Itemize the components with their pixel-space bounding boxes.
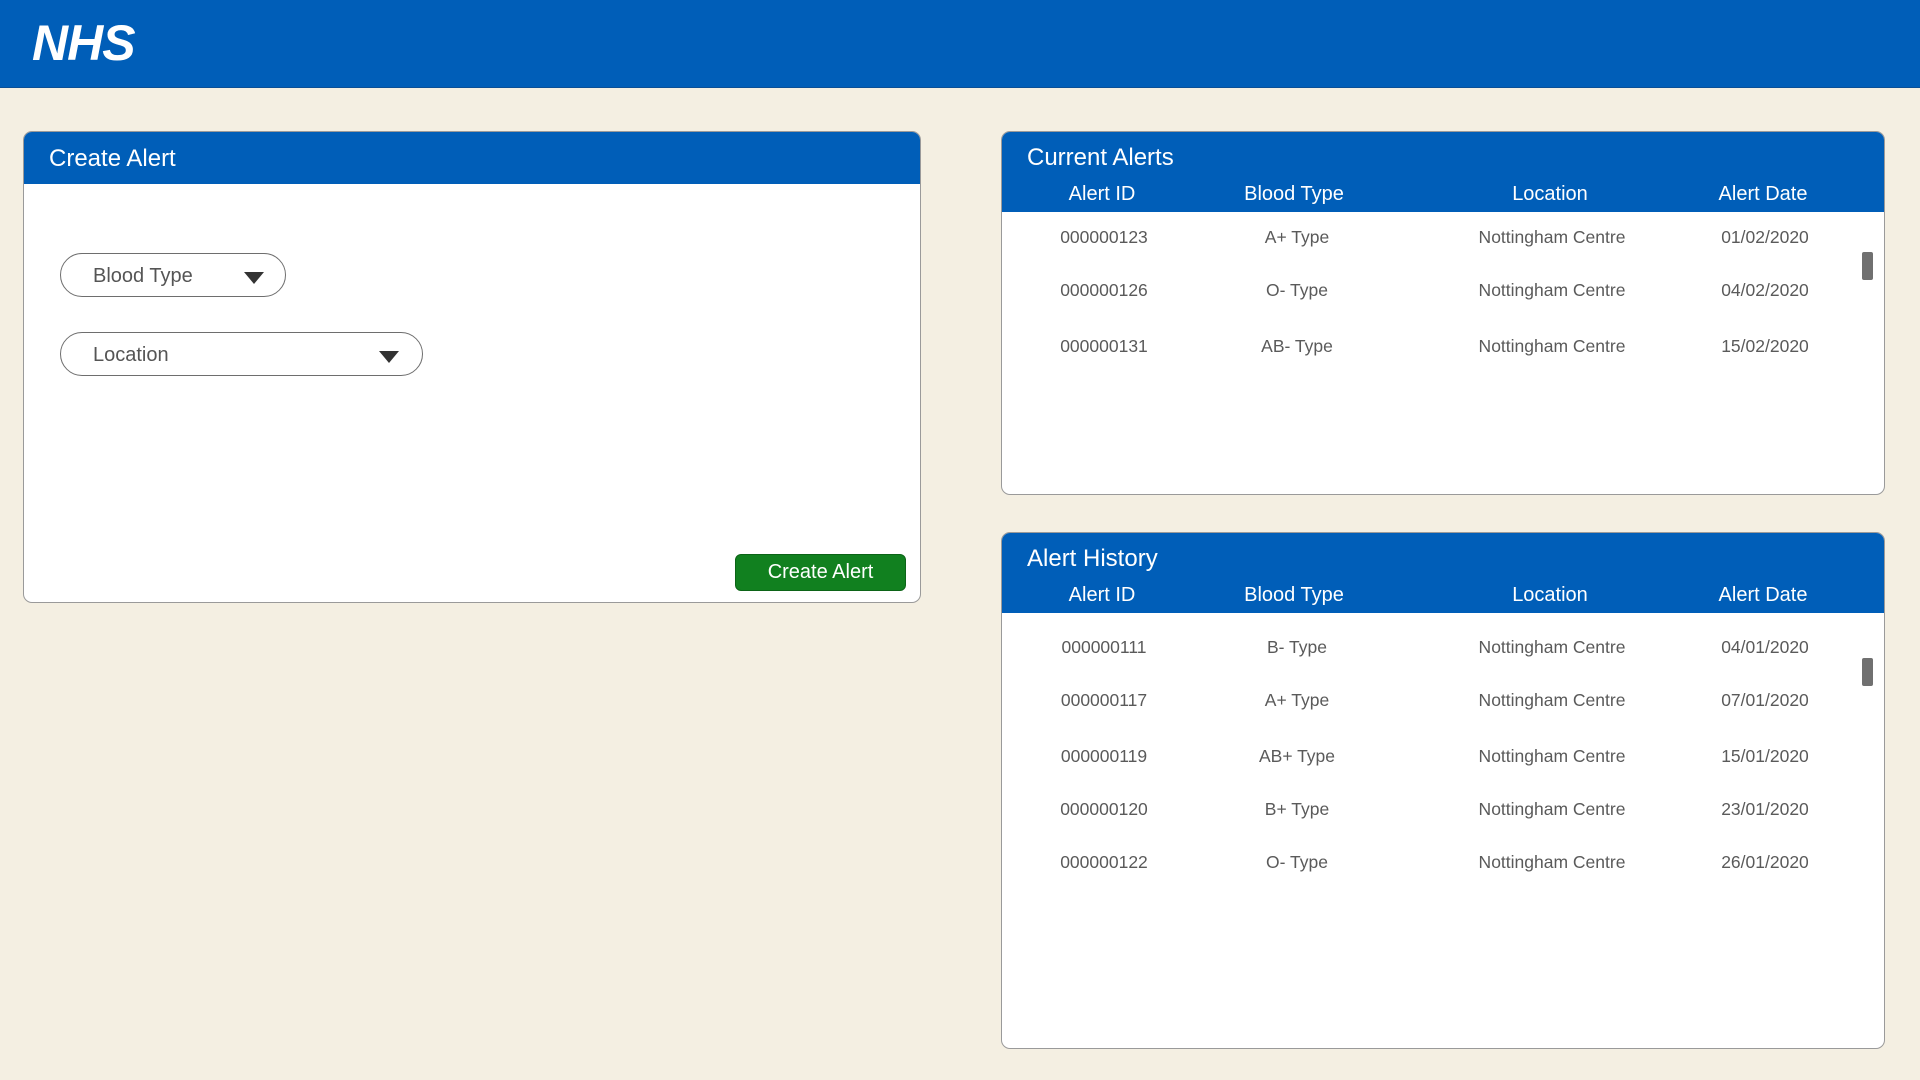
table-row[interactable]: 000000122 O- Type Nottingham Centre 26/0…: [1002, 852, 1884, 882]
blood-type-cell: A+ Type: [1264, 227, 1330, 247]
alert-id-cell: 000000126: [1060, 280, 1148, 300]
alert-date-cell: 26/01/2020: [1721, 852, 1809, 872]
chevron-down-icon: [379, 351, 399, 363]
column-header-alert-id: Alert ID: [1068, 183, 1136, 205]
alert-date-cell: 01/02/2020: [1721, 227, 1809, 247]
table-row[interactable]: 000000117 A+ Type Nottingham Centre 07/0…: [1002, 690, 1884, 720]
blood-type-cell: B- Type: [1267, 637, 1327, 657]
blood-type-dropdown[interactable]: Blood Type: [60, 253, 286, 297]
location-cell: Nottingham Centre: [1478, 637, 1626, 657]
column-header-blood-type: Blood Type: [1244, 183, 1344, 205]
column-header-location: Location: [1512, 584, 1588, 606]
current-alerts-panel: Current Alerts Alert ID Blood Type Locat…: [1001, 131, 1885, 495]
alert-history-panel: Alert History Alert ID Blood Type Locati…: [1001, 532, 1885, 1049]
create-alert-button[interactable]: Create Alert: [735, 554, 906, 591]
location-cell: Nottingham Centre: [1478, 799, 1626, 819]
current-alerts-scrollbar[interactable]: [1862, 252, 1873, 280]
alert-history-title: Alert History: [1027, 545, 1158, 572]
table-row[interactable]: 000000120 B+ Type Nottingham Centre 23/0…: [1002, 799, 1884, 829]
alert-id-cell: 000000119: [1060, 746, 1148, 766]
column-header-blood-type: Blood Type: [1244, 584, 1344, 606]
current-alerts-title: Current Alerts: [1027, 144, 1174, 171]
table-row[interactable]: 000000111 B- Type Nottingham Centre 04/0…: [1002, 637, 1884, 667]
table-row[interactable]: 000000131 AB- Type Nottingham Centre 15/…: [1002, 336, 1884, 366]
table-row[interactable]: 000000126 O- Type Nottingham Centre 04/0…: [1002, 280, 1884, 310]
top-bar: NHS: [0, 0, 1920, 88]
alert-date-cell: 04/01/2020: [1721, 637, 1809, 657]
create-alert-panel: Create Alert Blood Type Location Create …: [23, 131, 921, 603]
alert-id-cell: 000000123: [1060, 227, 1148, 247]
blood-type-dropdown-label: Blood Type: [93, 265, 193, 287]
location-cell: Nottingham Centre: [1478, 280, 1626, 300]
blood-type-cell: O- Type: [1266, 852, 1328, 872]
column-header-alert-id: Alert ID: [1068, 584, 1136, 606]
alert-id-cell: 000000122: [1060, 852, 1148, 872]
alert-date-cell: 15/01/2020: [1721, 746, 1809, 766]
location-cell: Nottingham Centre: [1478, 336, 1626, 356]
create-alert-header: Create Alert: [24, 132, 920, 184]
create-alert-title: Create Alert: [49, 145, 176, 172]
blood-type-cell: AB+ Type: [1258, 746, 1336, 766]
location-dropdown-label: Location: [93, 344, 169, 366]
blood-type-cell: A+ Type: [1264, 690, 1330, 710]
location-cell: Nottingham Centre: [1478, 746, 1626, 766]
nhs-logo: NHS: [32, 15, 136, 71]
alert-history-header: Alert History Alert ID Blood Type Locati…: [1002, 533, 1884, 613]
blood-type-cell: AB- Type: [1261, 336, 1333, 356]
table-row[interactable]: 000000119 AB+ Type Nottingham Centre 15/…: [1002, 746, 1884, 776]
location-cell: Nottingham Centre: [1478, 690, 1626, 710]
alert-id-cell: 000000120: [1060, 799, 1148, 819]
alert-id-cell: 000000111: [1061, 637, 1147, 657]
blood-type-cell: O- Type: [1266, 280, 1328, 300]
alert-id-cell: 000000131: [1060, 336, 1148, 356]
location-cell: Nottingham Centre: [1478, 852, 1626, 872]
alert-date-cell: 07/01/2020: [1721, 690, 1809, 710]
table-row[interactable]: 000000123 A+ Type Nottingham Centre 01/0…: [1002, 227, 1884, 257]
column-header-alert-date: Alert Date: [1718, 183, 1808, 205]
column-header-alert-date: Alert Date: [1718, 584, 1808, 606]
alert-id-cell: 000000117: [1060, 690, 1148, 710]
alert-history-scrollbar[interactable]: [1862, 658, 1873, 686]
chevron-down-icon: [244, 272, 264, 284]
alert-date-cell: 23/01/2020: [1721, 799, 1809, 819]
alert-date-cell: 04/02/2020: [1721, 280, 1809, 300]
location-dropdown[interactable]: Location: [60, 332, 423, 376]
column-header-location: Location: [1512, 183, 1588, 205]
blood-type-cell: B+ Type: [1264, 799, 1330, 819]
current-alerts-header: Current Alerts Alert ID Blood Type Locat…: [1002, 132, 1884, 212]
location-cell: Nottingham Centre: [1478, 227, 1626, 247]
alert-date-cell: 15/02/2020: [1721, 336, 1809, 356]
